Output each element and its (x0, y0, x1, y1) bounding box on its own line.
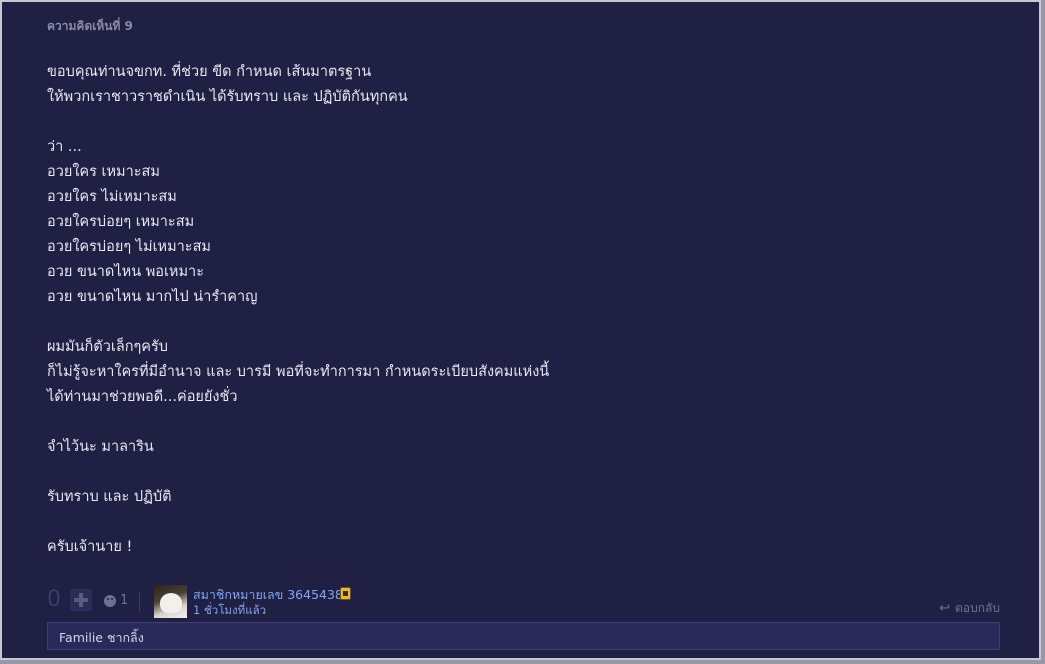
comment-footer: 0 1 สมาชิกหมายเลข 3645438 1 ชั่วโมงที่แล… (47, 584, 1000, 618)
comment-line: ขอบคุณท่านจขกท. ที่ช่วย ขีด กำหนด เส้นมา… (47, 64, 372, 80)
comment-line (47, 110, 987, 135)
comment-line (47, 410, 987, 435)
comment-line: ผมมันก็ตัวเล็กๆครับ (47, 339, 168, 355)
reply-arrow-icon: ↩ (939, 601, 951, 616)
vote-count: 0 (47, 587, 61, 612)
divider (139, 592, 140, 612)
comment-number: ความคิดเห็นที่ 9 (47, 19, 133, 33)
comment-line (47, 460, 987, 485)
comment-line (47, 310, 987, 335)
vote-plus-button[interactable] (70, 589, 92, 611)
member-badge-icon (340, 587, 351, 600)
sub-reply-bar[interactable]: Familie ชากลิ้ง (47, 622, 1000, 650)
comment-line: อวย ขนาดไหน พอเหมาะ (47, 264, 204, 280)
sub-reply-text: Familie ชากลิ้ง (59, 630, 144, 645)
comment-line: อวยใครบ่อยๆ ไม่เหมาะสม (47, 239, 211, 255)
comment-line: ก็ไม่รู้จะหาใครที่มีอำนาจ และ บารมี พอที… (47, 364, 550, 380)
comment-line: อวยใคร เหมาะสม (47, 164, 160, 180)
comment-body: ขอบคุณท่านจขกท. ที่ช่วย ขีด กำหนด เส้นมา… (47, 60, 987, 560)
reply-label: ตอบกลับ (955, 601, 1000, 615)
comment-line: ได้ท่านมาช่วยพอดี...ค่อยยังชั่ว (47, 389, 238, 405)
comment-line: รับทราบ และ ปฏิบัติ (47, 489, 172, 505)
comment-line: จำไว้นะ มาลาริน (47, 439, 154, 455)
comment-line: อวยใคร ไม่เหมาะสม (47, 189, 177, 205)
comment-line: อวย ขนาดไหน มากไป น่ารำคาญ (47, 289, 258, 305)
avatar[interactable] (154, 585, 187, 618)
emoji-count: 1 (120, 593, 129, 608)
comment-line: ให้พวกเราชาวราชดำเนิน ได้รับทราบ และ ปฏิ… (47, 89, 408, 105)
emoji-icon[interactable] (104, 595, 116, 607)
comment-line (47, 510, 987, 535)
timestamp[interactable]: 1 ชั่วโมงที่แล้ว (193, 602, 266, 620)
comment-card: ความคิดเห็นที่ 9 ขอบคุณท่านจขกท. ที่ช่วย… (0, 0, 1041, 660)
comment-line: ครับเจ้านาย ! (47, 539, 133, 555)
comment-line: ว่า ... (47, 139, 82, 155)
comment-line: อวยใครบ่อยๆ เหมาะสม (47, 214, 195, 230)
reply-button[interactable]: ↩ ตอบกลับ (939, 599, 1000, 618)
